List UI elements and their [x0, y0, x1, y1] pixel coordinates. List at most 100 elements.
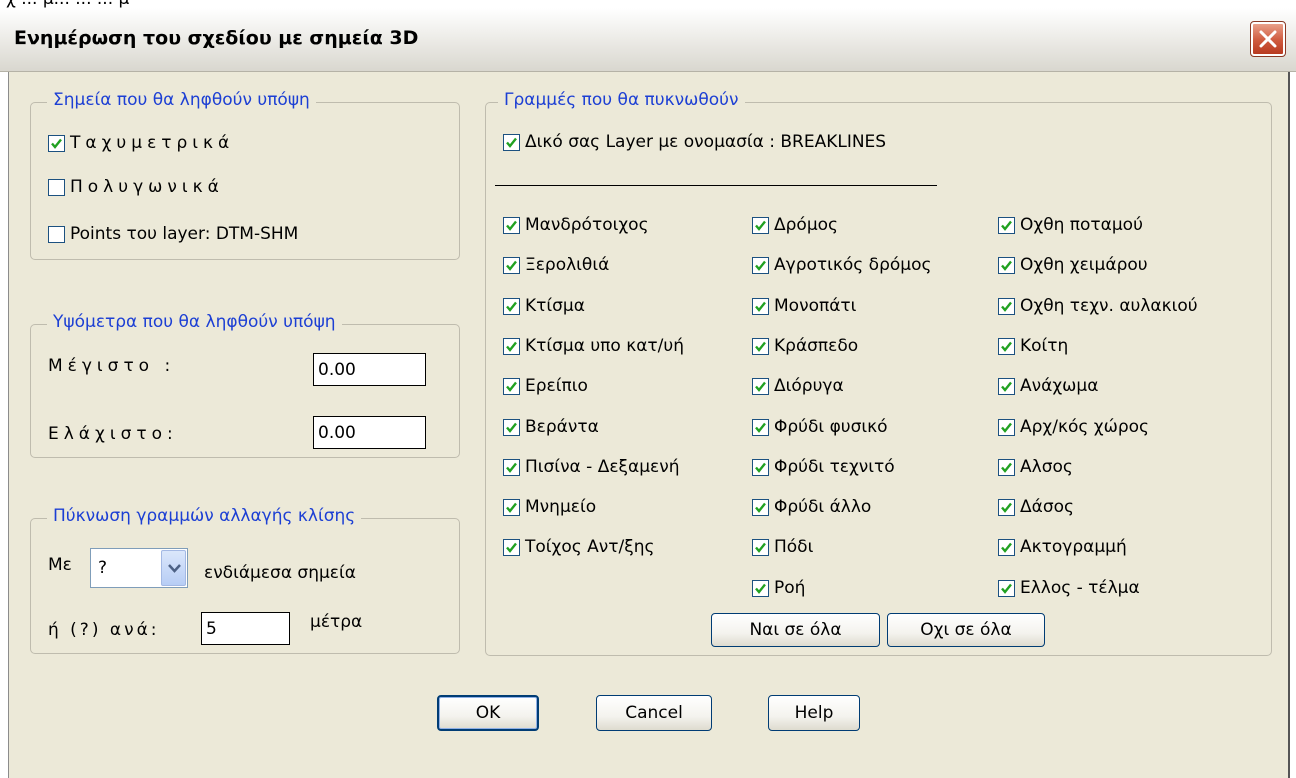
line-type-col1-4-box[interactable] — [503, 377, 520, 395]
line-type-col2-1-box[interactable] — [752, 256, 769, 274]
line-type-col1-2-label: Κτίσμα — [525, 296, 585, 316]
line-type-col3-6[interactable]: Αλσος — [998, 457, 1073, 477]
line-type-col1-5-box[interactable] — [503, 418, 520, 436]
line-type-col1-0-box[interactable] — [503, 216, 520, 234]
intermediate-points-select[interactable]: ? — [90, 548, 188, 588]
line-type-col2-3-box[interactable] — [752, 337, 769, 355]
line-type-col2-4-box[interactable] — [752, 377, 769, 395]
line-type-col3-9-box[interactable] — [998, 579, 1015, 597]
min-elevation-input[interactable] — [313, 416, 426, 449]
line-type-col2-0-box[interactable] — [752, 216, 769, 234]
dropdown-button[interactable] — [161, 550, 186, 586]
points-option-2[interactable]: Points του layer: DTM-SHM — [48, 224, 298, 244]
cancel-button[interactable]: Cancel — [596, 695, 712, 731]
line-type-col3-7[interactable]: Δάσος — [998, 497, 1074, 517]
line-type-col3-5[interactable]: Αρχ/κός χώρος — [998, 417, 1149, 437]
checkmark-icon — [755, 422, 766, 433]
line-type-col1-4[interactable]: Ερείπιο — [503, 376, 588, 396]
line-type-col3-4-label: Ανάχωμα — [1020, 376, 1099, 396]
no-to-all-label: Οχι σε όλα — [920, 620, 1012, 640]
line-type-col1-2-box[interactable] — [503, 297, 520, 315]
line-type-col3-3[interactable]: Κοίτη — [998, 336, 1068, 356]
no-to-all-button[interactable]: Οχι σε όλα — [887, 613, 1045, 647]
line-type-col2-5-box[interactable] — [752, 418, 769, 436]
checkmark-icon — [755, 502, 766, 513]
own-layer-checkbox-box[interactable] — [503, 133, 520, 151]
line-type-col2-5[interactable]: Φρύδι φυσικό — [752, 417, 888, 437]
ok-button[interactable]: OK — [437, 695, 539, 731]
meters-label: μέτρα — [310, 612, 363, 632]
line-type-col2-6-box[interactable] — [752, 458, 769, 476]
checkmark-icon — [1001, 422, 1012, 433]
line-type-col1-1-label: Ξερολιθιά — [525, 255, 610, 275]
line-type-col1-1[interactable]: Ξερολιθιά — [503, 255, 609, 275]
line-type-col1-0[interactable]: Μανδρότοιχος — [503, 215, 649, 235]
line-type-col3-4-box[interactable] — [998, 377, 1015, 395]
line-type-col1-6-label: Πισίνα - Δεξαμενή — [525, 457, 680, 477]
points-option-1-label: Πολυγωνικά — [70, 177, 224, 197]
line-type-col2-2-box[interactable] — [752, 297, 769, 315]
points-option-1-box[interactable] — [48, 178, 65, 196]
max-elevation-input[interactable] — [313, 353, 426, 386]
line-type-col2-8[interactable]: Πόδι — [752, 537, 813, 557]
checkmark-icon — [506, 422, 517, 433]
line-type-col1-4-label: Ερείπιο — [525, 376, 588, 396]
title-bar[interactable]: Ενημέρωση του σχεδίου με σημεία 3D — [0, 8, 1296, 72]
line-type-col2-4[interactable]: Διόρυγα — [752, 376, 844, 396]
step-meters-input[interactable] — [201, 612, 290, 645]
line-type-col3-4[interactable]: Ανάχωμα — [998, 376, 1098, 396]
line-type-col2-9[interactable]: Ροή — [752, 578, 805, 598]
line-type-col1-8-box[interactable] — [503, 538, 520, 556]
window-title: Ενημέρωση του σχεδίου με σημεία 3D — [14, 27, 419, 49]
line-type-col3-2[interactable]: Οχθη τεχν. αυλακιού — [998, 296, 1198, 316]
line-type-col1-7[interactable]: Μνημείο — [503, 497, 596, 517]
checkmark-icon — [506, 341, 517, 352]
line-type-col3-7-box[interactable] — [998, 498, 1015, 516]
line-type-col1-5[interactable]: Βεράντα — [503, 417, 599, 437]
line-type-col3-2-box[interactable] — [998, 297, 1015, 315]
points-option-0-box[interactable] — [48, 134, 65, 152]
points-option-0[interactable]: Ταχυμετρικά — [48, 133, 234, 153]
checkmark-icon — [1001, 260, 1012, 271]
close-icon — [1259, 30, 1277, 48]
line-type-col1-7-label: Μνημείο — [525, 497, 597, 517]
line-type-col2-2[interactable]: Μονοπάτι — [752, 296, 856, 316]
checkmark-icon — [506, 502, 517, 513]
line-type-col2-0[interactable]: Δρόμος — [752, 215, 838, 235]
line-type-col1-6[interactable]: Πισίνα - Δεξαμενή — [503, 457, 680, 477]
line-type-col2-3[interactable]: Κράσπεδο — [752, 336, 858, 356]
line-type-col2-7-box[interactable] — [752, 498, 769, 516]
own-layer-checkbox[interactable]: Δικό σας Layer με ονομασία : BREAKLINES — [503, 132, 886, 152]
line-type-col3-0-box[interactable] — [998, 216, 1015, 234]
line-type-col1-2[interactable]: Κτίσμα — [503, 296, 585, 316]
line-type-col1-6-box[interactable] — [503, 458, 520, 476]
line-type-col1-3[interactable]: Κτίσμα υπο κατ/υή — [503, 336, 684, 356]
line-type-col3-6-box[interactable] — [998, 458, 1015, 476]
line-type-col3-8-box[interactable] — [998, 538, 1015, 556]
line-type-col3-3-box[interactable] — [998, 337, 1015, 355]
line-type-col3-9[interactable]: Ελλος - τέλμα — [998, 578, 1140, 598]
checkmark-icon — [1001, 502, 1012, 513]
line-type-col2-7[interactable]: Φρύδι άλλο — [752, 497, 871, 517]
cancel-label: Cancel — [625, 703, 683, 723]
help-button[interactable]: Help — [768, 695, 860, 731]
line-type-col1-8[interactable]: Τοίχος Αντ/ξης — [503, 537, 654, 557]
points-option-1[interactable]: Πολυγωνικά — [48, 177, 224, 197]
line-type-col1-7-box[interactable] — [503, 498, 520, 516]
intermediate-points-value: ? — [98, 558, 108, 578]
points-option-2-box[interactable] — [48, 225, 65, 243]
line-type-col3-1[interactable]: Οχθη χειμάρου — [998, 255, 1148, 275]
line-type-col1-3-box[interactable] — [503, 337, 520, 355]
line-type-col3-5-box[interactable] — [998, 418, 1015, 436]
line-type-col3-8[interactable]: Ακτογραμμή — [998, 537, 1127, 557]
line-type-col3-1-box[interactable] — [998, 256, 1015, 274]
line-type-col2-9-box[interactable] — [752, 579, 769, 597]
line-type-col1-1-box[interactable] — [503, 256, 520, 274]
close-button[interactable] — [1250, 21, 1286, 57]
checkmark-icon — [506, 381, 517, 392]
line-type-col2-1[interactable]: Αγροτικός δρόμος — [752, 255, 931, 275]
line-type-col3-0[interactable]: Οχθη ποταμού — [998, 215, 1143, 235]
line-type-col2-8-box[interactable] — [752, 538, 769, 556]
yes-to-all-button[interactable]: Ναι σε όλα — [711, 613, 880, 647]
line-type-col2-6[interactable]: Φρύδι τεχνιτό — [752, 457, 895, 477]
